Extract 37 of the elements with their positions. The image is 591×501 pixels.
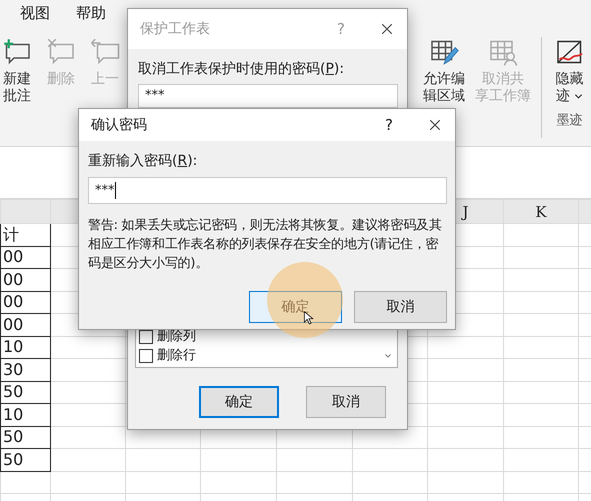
option-label: 删除列 bbox=[157, 328, 196, 346]
dialog-button[interactable]: 取消 bbox=[354, 291, 447, 323]
previous-comment-icon bbox=[90, 37, 120, 67]
window-title: 保护工作表 bbox=[140, 20, 211, 38]
table-cell: 50 bbox=[0, 426, 50, 448]
table-cell: 计 bbox=[0, 224, 50, 246]
ribbon-button[interactable]: 新建 批注 bbox=[0, 25, 34, 146]
table-cell: 50 bbox=[0, 381, 50, 404]
ribbon-button[interactable]: 隐藏 迹 bbox=[552, 25, 586, 105]
table-cell: 00 bbox=[0, 246, 50, 268]
group-label: 墨迹 bbox=[556, 112, 582, 130]
table-cell: 10 bbox=[0, 336, 50, 358]
checkbox[interactable] bbox=[139, 330, 153, 344]
help-button[interactable]: ? bbox=[385, 114, 393, 136]
table-cell: 10 bbox=[0, 404, 50, 426]
dialog-button[interactable]: 取消 bbox=[306, 386, 386, 418]
dialog-button[interactable]: 确定 bbox=[199, 386, 279, 418]
column-header[interactable]: K bbox=[504, 200, 578, 224]
delete-comment-icon bbox=[46, 37, 76, 67]
checkbox[interactable] bbox=[139, 348, 153, 362]
table-cell: 00 bbox=[0, 314, 50, 336]
close-icon[interactable] bbox=[379, 21, 395, 37]
ribbon-tab[interactable]: 视图 bbox=[20, 2, 50, 25]
table-cell: 00 bbox=[0, 291, 50, 314]
password-field[interactable]: *** bbox=[88, 177, 447, 204]
window-title: 确认密码 bbox=[91, 116, 148, 134]
field-label: 重新输入密码(R): bbox=[88, 152, 198, 171]
ribbon-tab[interactable]: 帮助 bbox=[76, 2, 106, 25]
option-label: 删除行 bbox=[157, 346, 196, 365]
new-comment-icon bbox=[2, 37, 32, 67]
password-field[interactable]: *** bbox=[138, 84, 398, 108]
table-cell: 30 bbox=[0, 358, 50, 381]
field-label: 取消工作表保护时使用的密码(P): bbox=[138, 60, 346, 79]
table-cell: 00 bbox=[0, 268, 50, 291]
close-icon[interactable] bbox=[427, 117, 443, 133]
table-cell: 50 bbox=[0, 448, 50, 471]
ribbon-button[interactable]: 允许编 辑区域 bbox=[421, 25, 467, 146]
